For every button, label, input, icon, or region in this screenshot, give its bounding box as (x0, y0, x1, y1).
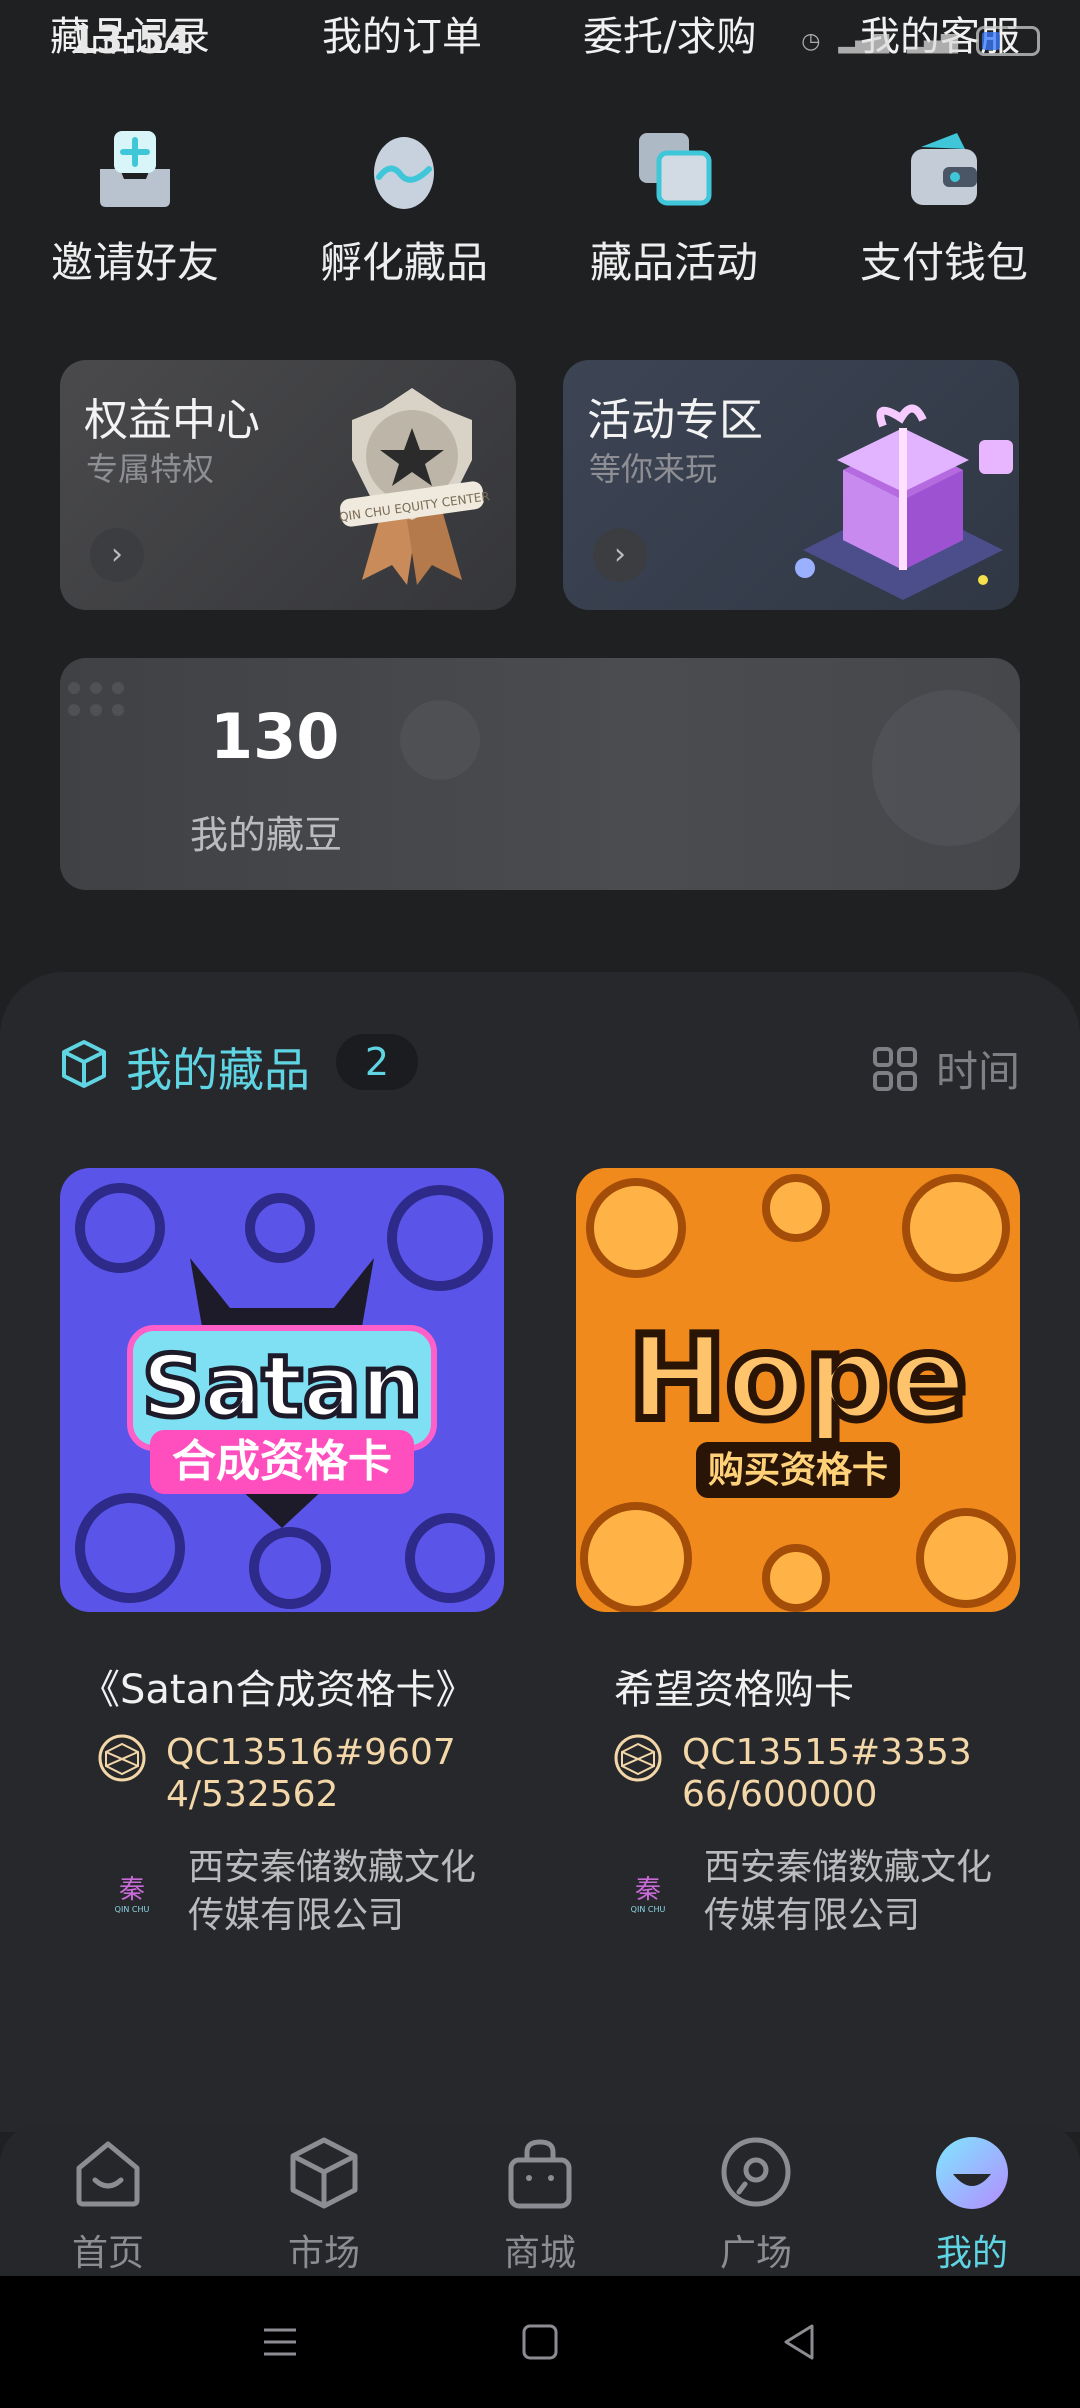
cube-icon (290, 2137, 358, 2209)
quick-invite[interactable]: 邀请好友 (25, 125, 245, 290)
quick-activity-label: 藏品活动 (589, 238, 758, 287)
tab-market[interactable]: 市场 (244, 2134, 404, 2276)
activity-icon (629, 125, 719, 215)
item-code-row: QC13515#335366/600000 (576, 1732, 1020, 1816)
item-publisher: 西安秦储数藏文化传媒有限公司 (188, 1847, 477, 1936)
top-nav: 藏品记录 我的订单 委托/求购 我的客服 13:54 ◷ ▂▄▆ ▂▄▆ (0, 0, 1080, 70)
activity-arrow-icon[interactable]: › (593, 528, 647, 582)
item-name: 《Satan合成资格卡》 (80, 1667, 476, 1713)
quick-incubate-label: 孵化藏品 (319, 238, 488, 287)
nav-entrust-link[interactable]: 委托/求购 (583, 4, 756, 62)
svg-text:QIN CHU: QIN CHU (115, 1905, 150, 1914)
collection-count-badge: 2 (336, 1034, 418, 1090)
alarm-icon: ◷ (801, 28, 821, 54)
publisher-logo-icon: 秦 QIN CHU (100, 1860, 164, 1924)
item-publisher-row: 秦 QIN CHU 西安秦储数藏文化传媒有限公司 (60, 1844, 504, 1940)
grid-icon (872, 1046, 917, 1091)
collection-title: 我的藏品 (126, 1043, 310, 1097)
hope-art-sub: 购买资格卡 (708, 1450, 888, 1491)
item-code-row: QC13516#96074/532562 (60, 1732, 504, 1816)
tab-market-label: 市场 (287, 2233, 360, 2274)
collection-item[interactable]: Satan 合成资格卡 《Satan合成资格卡》 QC13516#96074/5… (60, 1168, 504, 1940)
quick-incubate[interactable]: 孵化藏品 (294, 125, 514, 290)
hope-art-image: Hope 购买资格卡 (576, 1168, 1020, 1612)
menu-icon[interactable] (258, 2320, 302, 2364)
battery-icon (976, 26, 1040, 56)
benefit-subtitle: 专属特权 (86, 450, 215, 488)
tab-mine-label: 我的 (935, 2233, 1008, 2274)
quick-wallet[interactable]: 支付钱包 (834, 125, 1054, 290)
bottom-tab-bar: 首页 市场 商城 广场 我的 (0, 2124, 1080, 2276)
tab-mall[interactable]: 商城 (460, 2134, 620, 2276)
activity-title: 活动专区 (587, 395, 763, 446)
item-name: 希望资格购卡 (614, 1667, 854, 1713)
tab-home[interactable]: 首页 (28, 2134, 188, 2276)
publisher-logo-icon: 秦 QIN CHU (616, 1860, 680, 1924)
item-code: QC13515#335366/600000 (682, 1732, 972, 1815)
status-icons: ◷ ▂▄▆ ▂▄▆ (801, 26, 1040, 56)
svg-text:QIN CHU: QIN CHU (631, 1905, 666, 1914)
quick-invite-label: 邀请好友 (50, 238, 219, 287)
svg-text:秦: 秦 (119, 1875, 145, 1905)
quick-activity[interactable]: 藏品活动 (564, 125, 784, 290)
beans-card[interactable]: 130 我的藏豆 (60, 658, 1020, 890)
home-icon (76, 2141, 140, 2207)
system-nav-bar (0, 2276, 1080, 2408)
hope-art-word: Hope (629, 1311, 967, 1446)
cube-icon (62, 1040, 106, 1088)
wallet-icon (899, 125, 989, 215)
benefit-arrow-icon[interactable]: › (90, 528, 144, 582)
collection-item[interactable]: Hope 购买资格卡 希望资格购卡 QC13515#335366/600000 … (576, 1168, 1020, 1940)
chain-icon (614, 1734, 662, 1782)
satan-art-sub: 合成资格卡 (172, 1436, 392, 1487)
benefit-center-card[interactable]: 权益中心 专属特权 › QIN CHU EQUITY CENTER (60, 360, 516, 610)
quick-actions: 邀请好友 孵化藏品 藏品活动 支付钱包 (0, 125, 1080, 305)
satan-art-word: Satan (142, 1337, 422, 1437)
item-artwork[interactable]: Hope 购买资格卡 (576, 1168, 1020, 1612)
signal-icon: ▂▄▆ (838, 28, 890, 54)
medal-icon: QIN CHU EQUITY CENTER (338, 388, 491, 585)
activity-subtitle: 等你来玩 (589, 450, 718, 488)
invite-icon (90, 125, 180, 215)
signal-icon-2: ▂▄▆ (907, 28, 958, 54)
beans-value: 130 (210, 700, 340, 773)
item-publisher-row: 秦 QIN CHU 西安秦储数藏文化传媒有限公司 (576, 1844, 1020, 1940)
item-artwork[interactable]: Satan 合成资格卡 (60, 1168, 504, 1612)
my-collection-panel: 我的藏品 2 时间 Satan 合成资格卡 《Satan合成资格卡》 QC135… (0, 972, 1080, 2132)
tab-mine[interactable]: 我的 (892, 2134, 1052, 2276)
item-code: QC13516#96074/532562 (166, 1732, 456, 1815)
nav-orders-link[interactable]: 我的订单 (322, 4, 482, 62)
incubate-icon (359, 125, 449, 215)
home-button-icon[interactable] (518, 2320, 562, 2364)
satan-art-image: Satan 合成资格卡 (60, 1168, 504, 1612)
tab-square-label: 广场 (719, 2233, 792, 2274)
gift-icon (795, 404, 1013, 600)
benefit-title: 权益中心 (84, 395, 260, 446)
profile-icon (936, 2137, 1008, 2209)
sort-label: 时间 (935, 1047, 1020, 1096)
beans-label: 我的藏豆 (190, 813, 343, 857)
back-icon[interactable] (778, 2320, 822, 2364)
svg-text:秦: 秦 (635, 1875, 661, 1905)
item-publisher: 西安秦储数藏文化传媒有限公司 (704, 1847, 993, 1936)
activity-zone-card[interactable]: 活动专区 等你来玩 › (563, 360, 1019, 610)
quick-wallet-label: 支付钱包 (859, 238, 1028, 287)
status-time: 13:54 (70, 18, 191, 62)
tab-square[interactable]: 广场 (676, 2134, 836, 2276)
tab-home-label: 首页 (71, 2233, 144, 2274)
chat-icon (721, 2137, 791, 2207)
tab-mall-label: 商城 (503, 2233, 576, 2274)
chain-icon (98, 1734, 146, 1782)
bag-icon (508, 2139, 572, 2209)
sort-control[interactable]: 时间 (872, 1038, 1020, 1099)
